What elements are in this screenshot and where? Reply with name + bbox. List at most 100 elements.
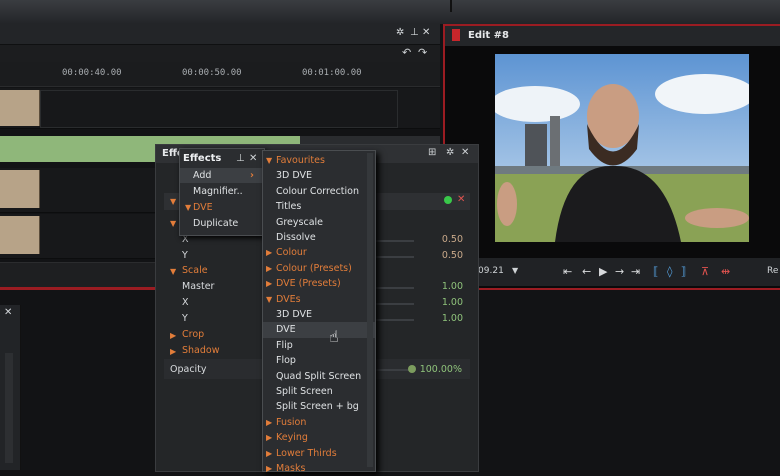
- video-track[interactable]: [0, 88, 440, 129]
- param-label: Y: [182, 313, 188, 324]
- submenu-category[interactable]: ▶ Fusion: [263, 415, 375, 430]
- expand-icon: ▼: [185, 203, 192, 212]
- param-value[interactable]: 1.00: [442, 297, 463, 308]
- param-label: Master: [182, 281, 215, 292]
- param-slider[interactable]: [376, 287, 414, 289]
- scrollbar[interactable]: [5, 353, 13, 463]
- close-icon[interactable]: ✕: [461, 147, 469, 158]
- effects-menu: Effects ⊥ ✕ Add › Magnifier.. ▼ DVE Dupl…: [179, 148, 265, 236]
- menu-item-dve[interactable]: ▼ DVE: [180, 200, 264, 215]
- submenu-item[interactable]: 3D DVE: [263, 168, 375, 183]
- expand-icon: ▶: [266, 417, 273, 427]
- time-tick: 00:00:40.00: [62, 68, 122, 78]
- menu-item-duplicate[interactable]: Duplicate: [180, 216, 264, 231]
- submenu-item[interactable]: Greyscale: [263, 215, 375, 230]
- mark-in-icon[interactable]: ⟦: [653, 265, 658, 278]
- opacity-label: Opacity: [170, 364, 207, 375]
- submenu-item[interactable]: 3D DVE: [263, 307, 375, 322]
- param-slider[interactable]: [376, 240, 414, 242]
- timeline-ruler[interactable]: 00:00:40.00 00:00:50.00 00:01:00.00: [0, 62, 440, 87]
- clip[interactable]: [0, 90, 40, 126]
- expand-icon[interactable]: ▶: [170, 347, 176, 356]
- expand-icon[interactable]: ▼: [170, 267, 176, 276]
- edit-viewer: Edit #8 :09.21 ▼ ⇤ ← ▶ → ⇥ ⟦ ◊ ⟧ ⊼ ⇹ Re: [443, 24, 780, 290]
- clip[interactable]: [0, 170, 40, 208]
- step-forward-icon[interactable]: →: [615, 265, 624, 278]
- submenu-item[interactable]: Colour Correction: [263, 184, 375, 199]
- close-icon[interactable]: ✕: [4, 307, 12, 318]
- play-icon[interactable]: ▶: [599, 265, 607, 278]
- menu-item-magnifier[interactable]: Magnifier..: [180, 184, 264, 199]
- expand-icon: ▶: [266, 279, 273, 289]
- toolbar-separator: [450, 0, 452, 12]
- param-slider[interactable]: [376, 256, 414, 258]
- submenu-item[interactable]: DVE: [263, 322, 375, 338]
- submenu-category[interactable]: ▶ Colour (Presets): [263, 261, 375, 276]
- submenu-item[interactable]: Flip: [263, 338, 375, 353]
- go-to-start-icon[interactable]: ⇤: [563, 265, 572, 278]
- submenu-item[interactable]: Titles: [263, 199, 375, 214]
- submenu-category[interactable]: ▼ DVEs: [263, 292, 375, 307]
- close-icon[interactable]: ✕: [249, 153, 257, 164]
- timeline-toolbar: ↶ ↷: [0, 45, 440, 62]
- submenu-category[interactable]: ▼ Favourites: [263, 153, 375, 168]
- expand-icon: ▶: [266, 248, 273, 258]
- layout-icon[interactable]: ⊞: [428, 147, 436, 158]
- group-label[interactable]: Scale: [182, 265, 208, 276]
- bookmark-icon: [452, 29, 460, 41]
- keyframe-icon[interactable]: [408, 365, 416, 373]
- close-icon[interactable]: ✕: [422, 27, 430, 38]
- side-panel: ✕: [0, 305, 21, 470]
- scrollbar[interactable]: [367, 153, 373, 467]
- submenu-category[interactable]: ▶ DVE (Presets): [263, 276, 375, 291]
- enable-icon[interactable]: [444, 196, 452, 204]
- video-preview[interactable]: [495, 54, 749, 242]
- pin-icon[interactable]: ⊥: [236, 153, 245, 164]
- param-label: Y: [182, 250, 188, 261]
- group-label[interactable]: Shadow: [182, 345, 220, 356]
- record-label: Re: [767, 266, 779, 276]
- submenu-category[interactable]: ▶ Masks: [263, 461, 375, 476]
- param-value[interactable]: 1.00: [442, 313, 463, 324]
- submenu-item[interactable]: Flop: [263, 353, 375, 368]
- expand-icon: ▶: [266, 433, 273, 443]
- redo-icon[interactable]: ↷: [418, 46, 427, 59]
- expand-icon: ▶: [266, 464, 273, 473]
- submenu-category[interactable]: ▶ Colour: [263, 245, 375, 260]
- expand-icon[interactable]: ▶: [170, 331, 176, 340]
- submenu-item[interactable]: Quad Split Screen: [263, 369, 375, 384]
- extract-icon[interactable]: ⇹: [721, 265, 730, 278]
- go-to-end-icon[interactable]: ⇥: [631, 265, 640, 278]
- param-slider[interactable]: [376, 319, 414, 321]
- step-back-icon[interactable]: ←: [582, 265, 591, 278]
- group-label[interactable]: Crop: [182, 329, 204, 340]
- submenu-category[interactable]: ▶ Keying: [263, 430, 375, 445]
- submenu-category[interactable]: ▶ Lower Thirds: [263, 446, 375, 461]
- submenu-item[interactable]: Split Screen: [263, 384, 375, 399]
- param-slider[interactable]: [376, 303, 414, 305]
- viewer-title: Edit #8: [468, 30, 510, 41]
- delete-icon[interactable]: ✕: [457, 194, 465, 205]
- gear-icon[interactable]: ✲: [396, 27, 404, 38]
- expand-icon[interactable]: ▼: [170, 219, 176, 228]
- lift-icon[interactable]: ⊼: [701, 265, 709, 278]
- gear-icon[interactable]: ✲: [446, 147, 454, 158]
- expand-icon: ▶: [266, 263, 273, 273]
- submenu-item[interactable]: Dissolve: [263, 230, 375, 245]
- param-value[interactable]: 0.50: [442, 234, 463, 245]
- opacity-value[interactable]: 100.00%: [420, 364, 462, 375]
- pin-icon[interactable]: ⊥: [410, 27, 419, 38]
- timeline-header: ✲ ⊥ ✕: [0, 24, 440, 45]
- submenu-arrow-icon: ›: [250, 170, 254, 181]
- mark-out-icon[interactable]: ⟧: [681, 265, 686, 278]
- clip[interactable]: [0, 216, 40, 254]
- timecode[interactable]: :09.21: [475, 266, 504, 276]
- chevron-down-icon[interactable]: ▼: [512, 266, 518, 275]
- param-value[interactable]: 1.00: [442, 281, 463, 292]
- expand-icon[interactable]: ▼: [170, 197, 176, 206]
- menu-item-add[interactable]: Add ›: [180, 168, 264, 184]
- param-value[interactable]: 0.50: [442, 250, 463, 261]
- undo-icon[interactable]: ↶: [402, 46, 411, 59]
- mark-diamond-icon[interactable]: ◊: [667, 265, 672, 278]
- submenu-item[interactable]: Split Screen + bg: [263, 399, 375, 414]
